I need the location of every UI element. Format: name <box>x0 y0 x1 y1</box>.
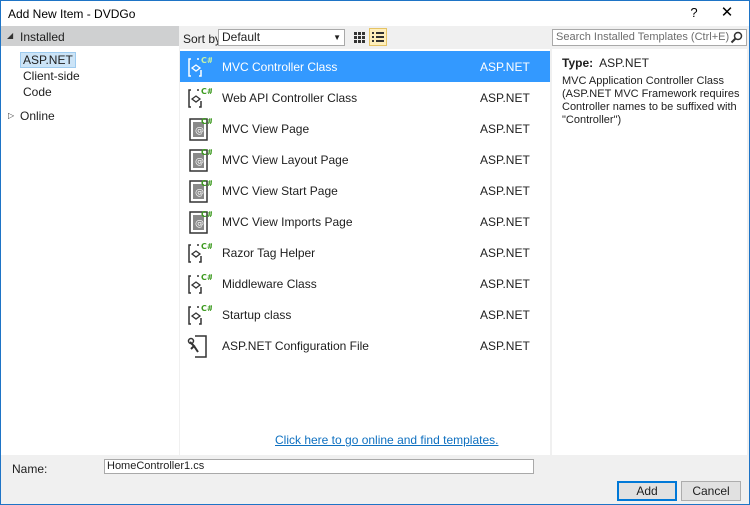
template-row[interactable]: @C# MVC View Start Page ASP.NET <box>180 175 550 206</box>
view-page-icon: @C# <box>186 209 214 235</box>
template-list: C# MVC Controller Class ASP.NET C# Web API C… <box>180 49 550 455</box>
svg-text:@: @ <box>195 157 204 167</box>
chevron-down-icon: ▼ <box>333 33 341 42</box>
template-category: ASP.NET <box>480 91 530 105</box>
template-category: ASP.NET <box>480 308 530 322</box>
tree-item-client-side[interactable]: Client-side <box>20 68 83 84</box>
template-name: MVC View Page <box>222 122 310 136</box>
template-category: ASP.NET <box>480 339 530 353</box>
template-name: Razor Tag Helper <box>222 246 316 260</box>
template-row[interactable]: C# Middleware Class ASP.NET <box>180 268 550 299</box>
template-category: ASP.NET <box>480 153 530 167</box>
grid-view-icon <box>354 32 365 43</box>
template-category: ASP.NET <box>480 184 530 198</box>
type-label: Type: <box>562 56 594 70</box>
tree-item-aspnet[interactable]: ASP.NET <box>20 52 76 68</box>
small-icons-view-button[interactable] <box>350 28 368 46</box>
template-row[interactable]: C# Razor Tag Helper ASP.NET <box>180 237 550 268</box>
template-name: MVC View Imports Page <box>222 215 353 229</box>
template-name: Startup class <box>222 308 292 322</box>
dialog-title: Add New Item - DVDGo <box>8 7 136 21</box>
template-row[interactable]: ASP.NET Configuration File ASP.NET <box>180 330 550 361</box>
template-category: ASP.NET <box>480 277 530 291</box>
tree-node-online[interactable]: ▷ Online <box>1 108 179 124</box>
config-file-icon <box>186 333 212 359</box>
template-name: Web API Controller Class <box>222 91 358 105</box>
template-category: ASP.NET <box>480 215 530 229</box>
svg-text:C#: C# <box>201 148 212 157</box>
template-category: ASP.NET <box>480 246 530 260</box>
template-row[interactable]: @C# MVC View Page ASP.NET <box>180 113 550 144</box>
template-name: MVC View Start Page <box>222 184 338 198</box>
tree-node-installed-label: Installed <box>20 30 65 44</box>
view-page-icon: @C# <box>186 178 214 204</box>
collapse-triangle-icon[interactable]: ◢ <box>7 31 13 40</box>
details-view-button[interactable] <box>369 28 387 46</box>
svg-text:C#: C# <box>201 87 212 96</box>
list-view-icon <box>372 32 384 42</box>
name-label: Name: <box>12 462 48 476</box>
svg-text:C#: C# <box>201 56 212 65</box>
sort-by-value: Default <box>222 30 261 44</box>
tree-node-online-label: Online <box>20 109 55 123</box>
template-details-panel: Type: ASP.NET MVC Application Controller … <box>552 49 747 455</box>
controller-icon: C# <box>186 85 214 111</box>
svg-text:C#: C# <box>201 242 212 251</box>
expand-triangle-icon[interactable]: ▷ <box>8 111 14 120</box>
title-bar: Add New Item - DVDGo ? ✕ <box>1 1 749 26</box>
template-row[interactable]: C# Web API Controller Class ASP.NET <box>180 82 550 113</box>
type-value: ASP.NET <box>599 56 649 70</box>
template-description: MVC Application Controller Class (ASP.NE… <box>562 75 740 126</box>
template-name: MVC Controller Class <box>222 60 338 74</box>
template-row[interactable]: @C# MVC View Imports Page ASP.NET <box>180 206 550 237</box>
template-category-tree: ◢ Installed ASP.NET Client-side Code ▷ O… <box>1 25 179 455</box>
svg-text:C#: C# <box>201 304 212 313</box>
controller-icon: C# <box>186 240 214 266</box>
svg-text:C#: C# <box>201 210 212 219</box>
svg-text:@: @ <box>195 126 204 136</box>
template-row[interactable]: C# Startup class ASP.NET <box>180 299 550 330</box>
close-button[interactable]: ✕ <box>713 3 741 23</box>
search-templates-input[interactable]: Search Installed Templates (Ctrl+E) <box>552 29 747 46</box>
view-page-icon: @C# <box>186 147 214 173</box>
help-button[interactable]: ? <box>684 5 704 23</box>
template-row[interactable]: C# MVC Controller Class ASP.NET <box>180 51 550 82</box>
controller-icon: C# <box>186 54 214 80</box>
add-button[interactable]: Add <box>617 481 677 501</box>
svg-text:C#: C# <box>201 273 212 282</box>
search-icon[interactable] <box>730 31 743 49</box>
svg-text:C#: C# <box>201 179 212 188</box>
svg-text:C#: C# <box>201 117 212 126</box>
find-online-templates-link[interactable]: Click here to go online and find templat… <box>275 433 498 447</box>
sort-by-dropdown[interactable]: Default ▼ <box>218 29 345 46</box>
cancel-button[interactable]: Cancel <box>681 481 741 501</box>
add-new-item-dialog: Add New Item - DVDGo ? ✕ ◢ Installed ASP… <box>0 0 750 505</box>
search-placeholder: Search Installed Templates (Ctrl+E) <box>556 31 730 43</box>
template-category: ASP.NET <box>480 122 530 136</box>
tree-node-installed[interactable]: ◢ Installed <box>1 26 179 46</box>
tree-item-code[interactable]: Code <box>20 84 55 100</box>
controller-icon: C# <box>186 302 214 328</box>
view-page-icon: @C# <box>186 116 214 142</box>
svg-text:@: @ <box>195 188 204 198</box>
file-name-input[interactable]: HomeController1.cs <box>104 459 534 474</box>
type-line: Type: ASP.NET <box>562 56 649 70</box>
svg-text:@: @ <box>195 219 204 229</box>
template-name: Middleware Class <box>222 277 317 291</box>
template-row[interactable]: @C# MVC View Layout Page ASP.NET <box>180 144 550 175</box>
template-name: MVC View Layout Page <box>222 153 349 167</box>
template-name: ASP.NET Configuration File <box>222 339 369 353</box>
controller-icon: C# <box>186 271 214 297</box>
template-category: ASP.NET <box>480 60 530 74</box>
